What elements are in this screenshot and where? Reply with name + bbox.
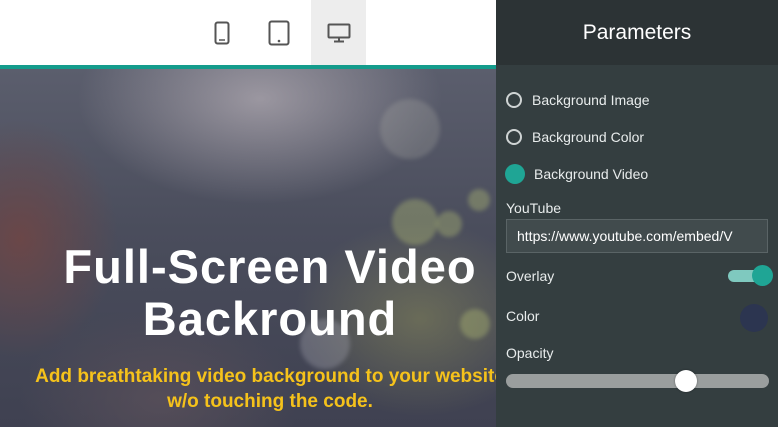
slider-rail[interactable] <box>506 374 769 388</box>
radio-background-video[interactable]: Background Video <box>505 162 649 186</box>
hero-preview: Full-Screen Video Backround Add breathta… <box>0 69 496 427</box>
radio-label: Background Video <box>534 166 649 182</box>
desktop-view-button[interactable] <box>311 0 366 65</box>
tablet-icon <box>268 20 289 45</box>
overlay-color-swatch[interactable] <box>740 304 768 332</box>
youtube-label: YouTube <box>506 200 562 216</box>
overlay-label: Overlay <box>506 268 555 284</box>
opacity-label: Opacity <box>506 345 554 361</box>
hero-title: Full-Screen Video Backround <box>63 240 477 345</box>
phone-icon <box>214 21 229 44</box>
tablet-view-button[interactable] <box>251 0 306 65</box>
radio-circle-icon[interactable] <box>506 129 522 145</box>
color-label: Color <box>506 308 540 324</box>
radio-label: Background Image <box>532 92 650 108</box>
radio-background-image[interactable]: Background Image <box>506 88 650 112</box>
slider-thumb[interactable] <box>675 370 697 392</box>
overlay-toggle[interactable] <box>728 264 774 286</box>
radio-circle-icon[interactable] <box>506 92 522 108</box>
hero-subtitle: Add breathtaking video background to you… <box>35 366 496 412</box>
youtube-url-input[interactable] <box>506 219 768 253</box>
toggle-knob[interactable] <box>752 265 773 286</box>
desktop-icon <box>327 23 350 42</box>
radio-checked-icon[interactable] <box>505 164 525 184</box>
radio-label: Background Color <box>532 129 645 145</box>
radio-background-color[interactable]: Background Color <box>506 125 644 149</box>
panel-title: Parameters <box>496 0 778 65</box>
parameters-panel: Parameters Background Image Background C… <box>496 0 778 427</box>
opacity-slider[interactable] <box>506 370 769 392</box>
device-toolbar <box>0 0 496 65</box>
phone-view-button[interactable] <box>194 0 249 65</box>
